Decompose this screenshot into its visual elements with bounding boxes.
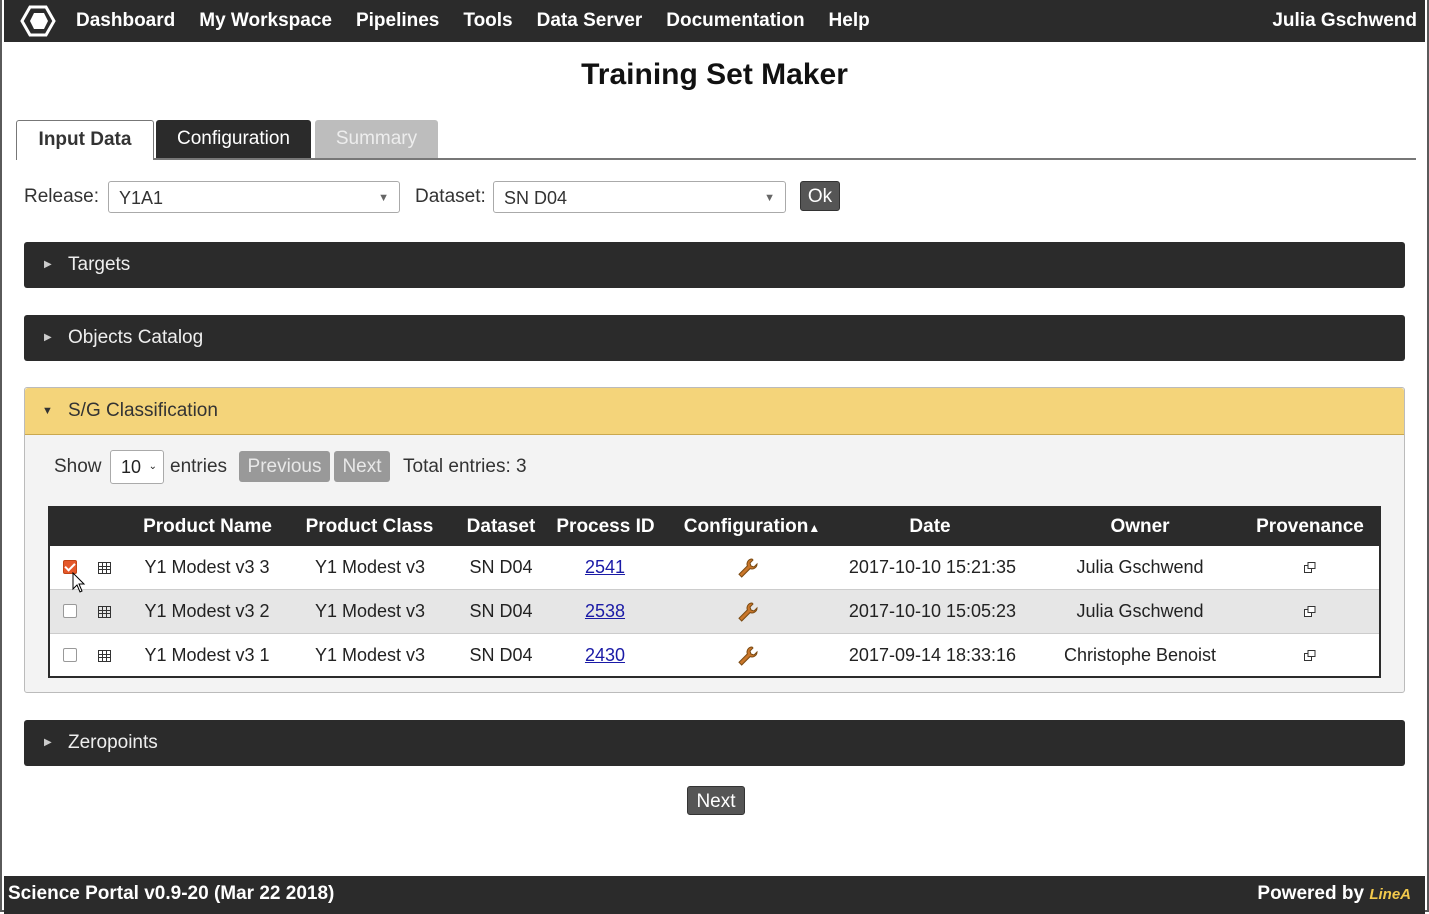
page-title: Training Set Maker <box>581 58 848 91</box>
dataset-label: Dataset: <box>415 186 486 207</box>
wrench-icon[interactable] <box>736 556 760 580</box>
panel-title: Objects Catalog <box>68 327 204 348</box>
process-id-link[interactable]: 2541 <box>585 557 625 577</box>
wrench-icon[interactable] <box>736 644 760 668</box>
cell-product-name: Y1 Modest v3 3 <box>144 557 270 577</box>
portal-logo-icon[interactable] <box>20 5 56 37</box>
external-window-icon[interactable] <box>1304 650 1316 661</box>
version-text: Science Portal v0.9-20 (Mar 22 2018) <box>8 883 335 904</box>
panel-title: Zeropoints <box>68 732 158 753</box>
caret-right-icon: ▶ <box>44 332 52 343</box>
nav-data-server[interactable]: Data Server <box>537 10 643 32</box>
table-header: Product Name Product Class Dataset Proce… <box>50 508 1379 546</box>
col-dataset[interactable]: Dataset <box>456 508 546 546</box>
show-label: Show <box>54 456 102 477</box>
cell-product-class: Y1 Modest v3 <box>314 557 426 577</box>
panel-title: Targets <box>68 254 131 275</box>
cell-process-id: 2430 <box>560 634 650 677</box>
panel-header[interactable]: ▼ S/G Classification <box>25 388 1404 435</box>
cell-product-name: Y1 Modest v3 1 <box>144 645 270 665</box>
caret-down-icon: ▼ <box>42 405 53 417</box>
external-window-icon[interactable] <box>1304 606 1316 617</box>
entries-label: entries <box>170 456 228 477</box>
page-size-value: 10 <box>121 457 142 477</box>
chevron-down-icon: ▼ <box>378 192 389 204</box>
cell-dataset: SN D04 <box>469 645 533 665</box>
cell-owner: Julia Gschwend <box>1076 557 1204 577</box>
top-navbar: Dashboard My Workspace Pipelines Tools D… <box>4 0 1425 42</box>
cell-owner: Julia Gschwend <box>1076 601 1204 621</box>
total-entries: Total entries: 3 <box>403 456 527 477</box>
next-page-button[interactable]: Next <box>334 451 390 482</box>
nav-dashboard[interactable]: Dashboard <box>76 10 175 32</box>
linea-logo[interactable]: LineA <box>1369 886 1411 903</box>
cell-owner: Christophe Benoist <box>1063 645 1217 665</box>
ok-button[interactable]: Ok <box>800 181 840 211</box>
col-date[interactable]: Date <box>890 508 970 546</box>
nav-my-workspace[interactable]: My Workspace <box>199 10 332 32</box>
chevron-down-icon: ⌄ <box>148 461 157 472</box>
cell-dataset: SN D04 <box>469 601 533 621</box>
table-row[interactable]: Y1 Modest v3 3 Y1 Modest v3 SN D04 2541 … <box>50 546 1379 590</box>
sort-asc-icon: ▲ <box>808 521 821 535</box>
powered-by: Powered by LineA <box>1257 876 1411 913</box>
user-menu[interactable]: Julia Gschwend <box>1272 0 1417 42</box>
table-grid-icon[interactable] <box>98 562 111 574</box>
previous-button[interactable]: Previous <box>239 451 330 482</box>
col-configuration[interactable]: Configuration▲ <box>682 508 822 547</box>
cell-date: 2017-09-14 18:33:16 <box>848 645 1017 665</box>
wrench-icon[interactable] <box>736 600 760 624</box>
table-grid-icon[interactable] <box>98 606 111 618</box>
mouse-pointer-icon <box>72 572 86 593</box>
page-size-select[interactable]: 10 ⌄ <box>110 450 164 484</box>
cell-process-id: 2541 <box>560 546 650 589</box>
dataset-select[interactable]: SN D04 ▼ <box>493 181 786 213</box>
nav-pipelines[interactable]: Pipelines <box>356 10 439 32</box>
nav-help[interactable]: Help <box>829 10 870 32</box>
cell-date: 2017-10-10 15:21:35 <box>848 557 1017 577</box>
caret-right-icon: ▶ <box>44 737 52 748</box>
powered-by-label: Powered by <box>1257 883 1365 904</box>
cell-dataset: SN D04 <box>469 557 533 577</box>
products-table: Product Name Product Class Dataset Proce… <box>48 506 1381 678</box>
table-row[interactable]: Y1 Modest v3 1 Y1 Modest v3 SN D04 2430 … <box>50 634 1379 677</box>
row-checkbox[interactable] <box>63 604 77 618</box>
footer: Science Portal v0.9-20 (Mar 22 2018) Pow… <box>4 876 1425 914</box>
nav-tools[interactable]: Tools <box>463 10 512 32</box>
nav-documentation[interactable]: Documentation <box>666 10 804 32</box>
process-id-link[interactable]: 2538 <box>585 601 625 621</box>
cell-product-class: Y1 Modest v3 <box>314 645 426 665</box>
row-checkbox[interactable] <box>63 648 77 662</box>
next-button[interactable]: Next <box>687 786 745 815</box>
col-configuration-label: Configuration <box>683 516 809 537</box>
cell-product-name: Y1 Modest v3 2 <box>144 601 270 621</box>
table-row[interactable]: Y1 Modest v3 2 Y1 Modest v3 SN D04 2538 … <box>50 590 1379 634</box>
cell-date: 2017-10-10 15:05:23 <box>848 601 1017 621</box>
tab-bar: Input Data Configuration Summary <box>16 120 1416 160</box>
tab-configuration[interactable]: Configuration <box>156 120 311 158</box>
col-process-id[interactable]: Process ID <box>553 508 658 546</box>
caret-right-icon: ▶ <box>44 259 52 270</box>
panel-objects-catalog[interactable]: ▶ Objects Catalog <box>24 315 1405 361</box>
col-product-class[interactable]: Product Class <box>302 508 437 546</box>
tab-input-data[interactable]: Input Data <box>16 120 154 160</box>
release-value: Y1A1 <box>119 188 164 208</box>
chevron-down-icon: ▼ <box>764 192 775 204</box>
dataset-value: SN D04 <box>504 188 568 208</box>
panel-title: S/G Classification <box>68 400 218 421</box>
table-grid-icon[interactable] <box>98 650 111 662</box>
process-id-link[interactable]: 2430 <box>585 645 625 665</box>
cell-process-id: 2538 <box>560 590 650 633</box>
col-product-name[interactable]: Product Name <box>140 508 275 546</box>
release-select[interactable]: Y1A1 ▼ <box>108 181 400 213</box>
panel-zeropoints[interactable]: ▶ Zeropoints <box>24 720 1405 766</box>
tab-summary[interactable]: Summary <box>315 120 438 158</box>
cell-product-class: Y1 Modest v3 <box>314 601 426 621</box>
external-window-icon[interactable] <box>1304 562 1316 573</box>
col-owner[interactable]: Owner <box>1090 508 1190 546</box>
panel-targets[interactable]: ▶ Targets <box>24 242 1405 288</box>
col-provenance[interactable]: Provenance <box>1250 508 1370 546</box>
release-label: Release: <box>24 186 99 207</box>
